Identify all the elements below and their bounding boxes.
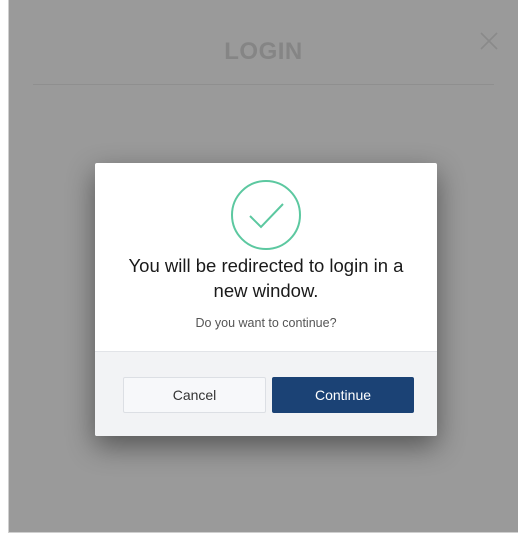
close-icon-glyph <box>480 32 498 50</box>
check-circle-icon <box>230 179 302 251</box>
login-title: LOGIN <box>224 38 303 65</box>
title-divider <box>33 84 494 85</box>
cancel-button[interactable]: Cancel <box>123 377 266 413</box>
dialog-footer: Cancel Continue <box>95 351 437 436</box>
continue-question: Do you want to continue? <box>195 316 337 330</box>
continue-button[interactable]: Continue <box>272 377 414 413</box>
redirect-message: You will be redirected to login in a new… <box>128 255 404 301</box>
page: LOGIN You will be redirected to login in… <box>0 0 518 533</box>
redirect-dialog: You will be redirected to login in a new… <box>95 163 437 436</box>
close-icon[interactable] <box>478 30 500 52</box>
